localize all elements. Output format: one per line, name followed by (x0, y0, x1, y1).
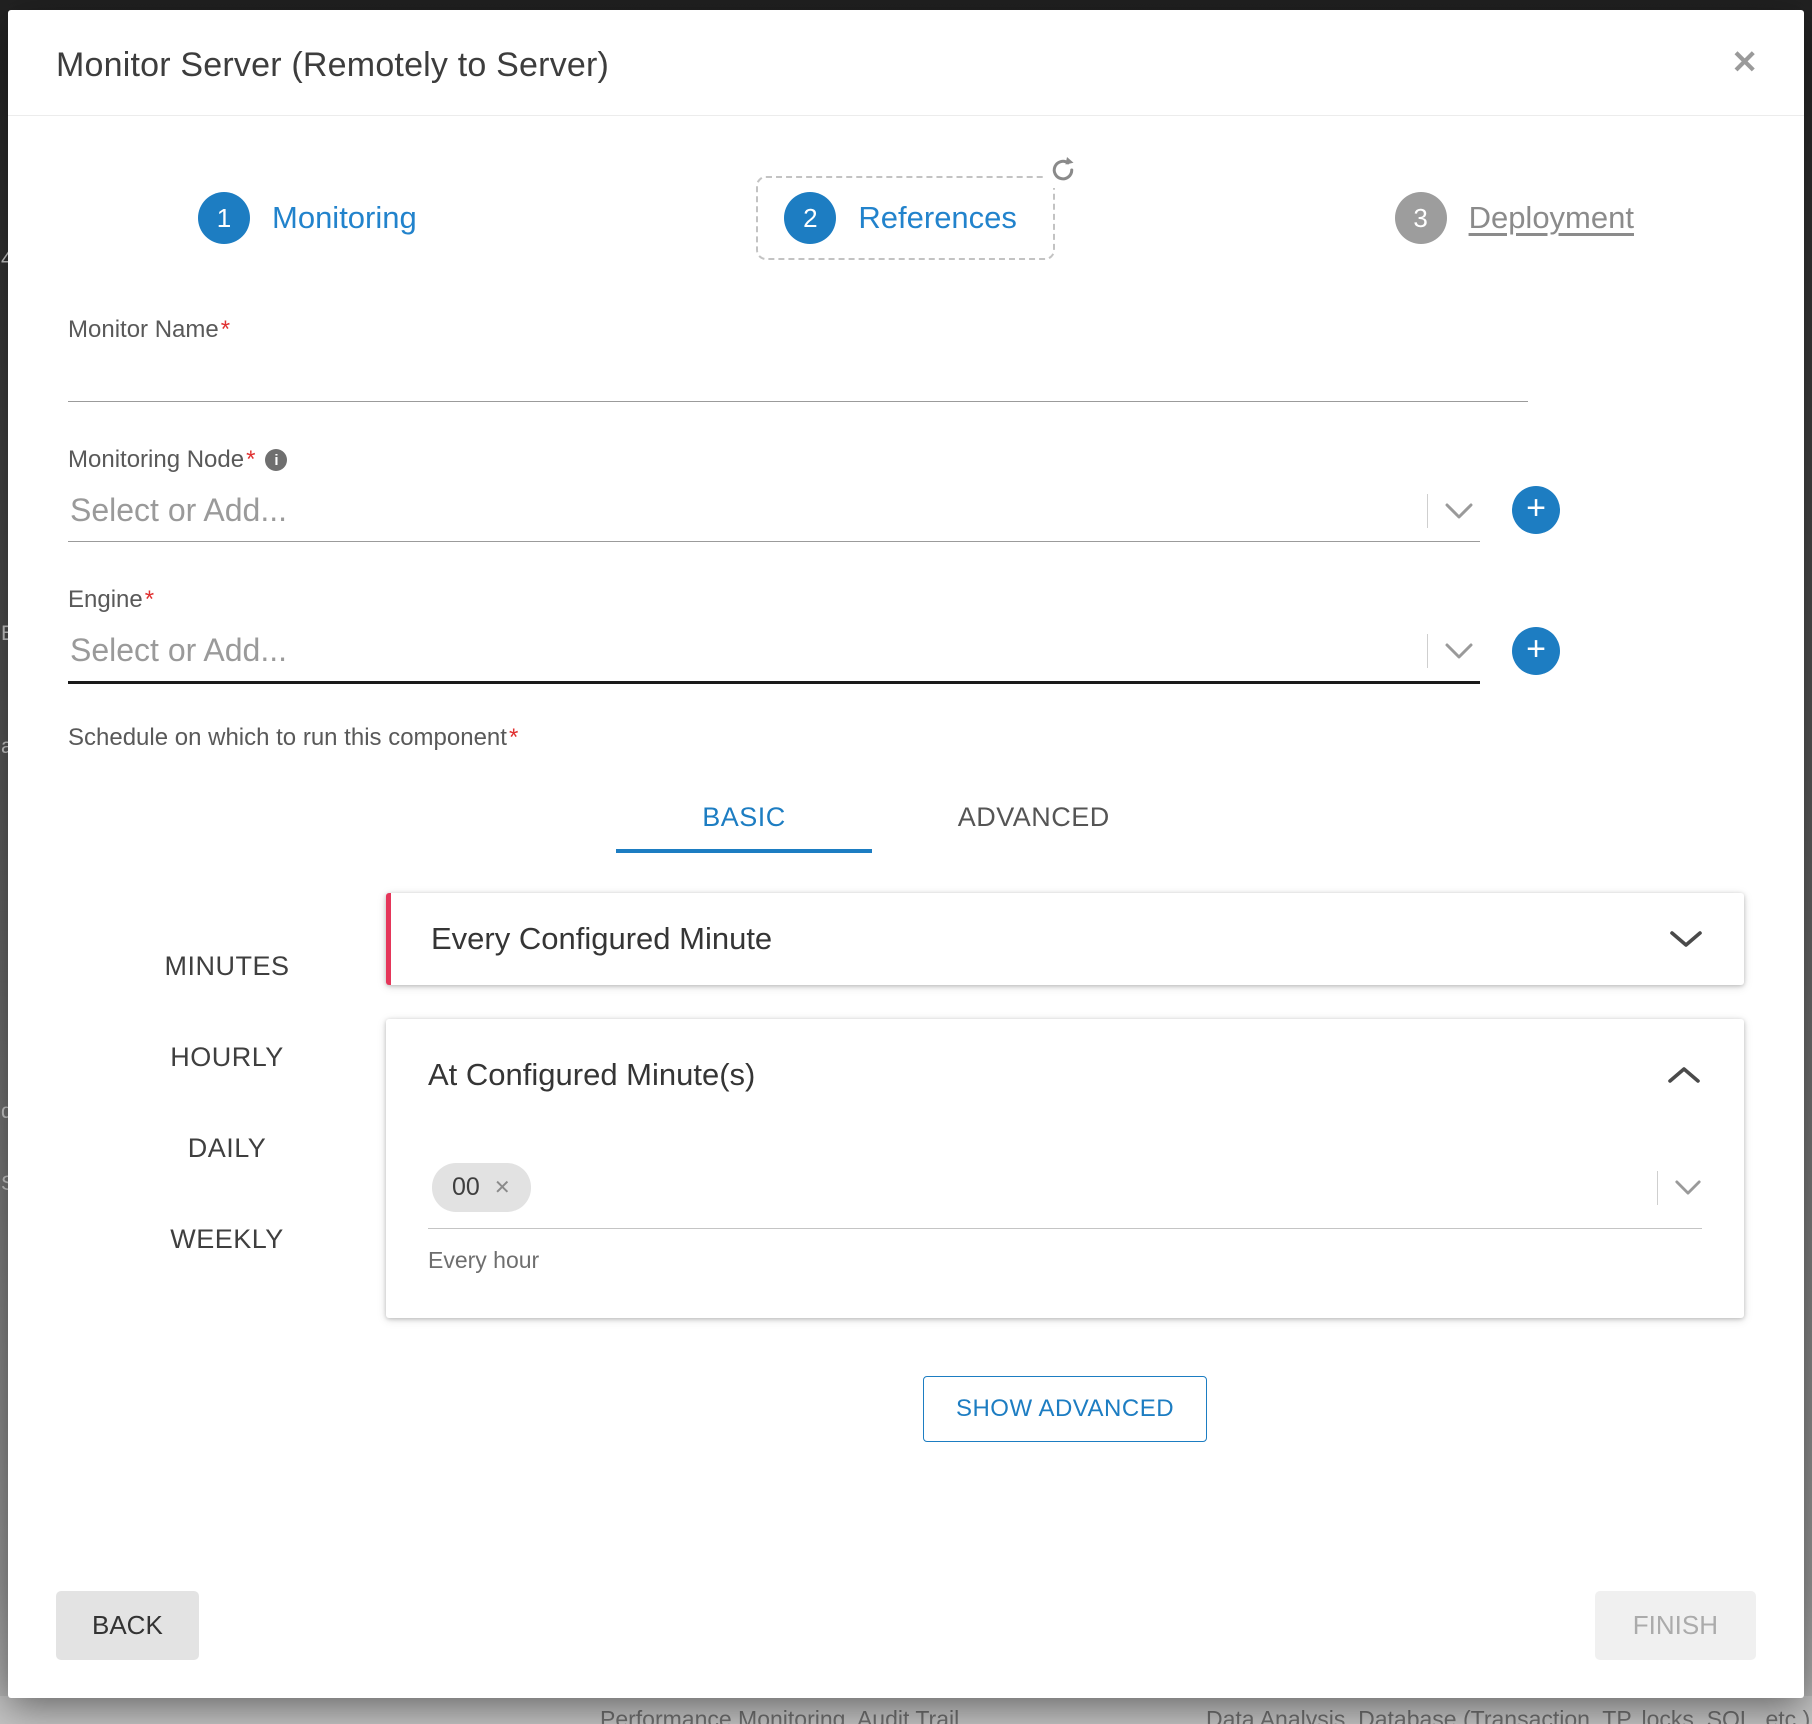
step-number-badge: 1 (198, 192, 250, 244)
field-label-text: Schedule on which to run this component (68, 724, 507, 752)
select-placeholder: Select or Add... (70, 632, 287, 669)
tab-basic[interactable]: BASIC (616, 802, 872, 853)
add-monitoring-node-button[interactable]: + (1512, 486, 1560, 534)
background-text-right: Data Analysis, Database (Transaction, TP… (1206, 1706, 1810, 1724)
every-configured-minute-card[interactable]: Every Configured Minute (386, 893, 1744, 985)
step-monitoring[interactable]: 1 Monitoring (198, 192, 417, 244)
chevron-up-icon[interactable] (1666, 1065, 1702, 1085)
required-asterisk: * (509, 724, 518, 752)
monitoring-node-label: Monitoring Node* i (68, 446, 1744, 474)
step-deployment[interactable]: 3 Deployment (1395, 192, 1634, 244)
select-placeholder: Select or Add... (70, 492, 287, 529)
monitoring-node-field: Monitoring Node* i Select or Add... + (68, 446, 1744, 542)
chevron-down-icon[interactable] (1668, 929, 1704, 949)
required-asterisk: * (221, 316, 230, 344)
select-controls (1427, 494, 1474, 528)
monitor-name-input[interactable] (68, 350, 1528, 402)
card-header[interactable]: At Configured Minute(s) (428, 1057, 1702, 1093)
frequency-item-daily[interactable]: DAILY (188, 1103, 267, 1194)
chip-value: 00 (452, 1173, 480, 1202)
chevron-down-icon[interactable] (1444, 502, 1474, 520)
back-button[interactable]: BACK (56, 1591, 199, 1660)
minute-chip: 00 ✕ (432, 1163, 531, 1212)
minutes-multiselect[interactable]: 00 ✕ (428, 1163, 1702, 1229)
field-label-text: Engine (68, 586, 143, 614)
select-controls (1657, 1171, 1702, 1205)
step-references-container: 2 References (756, 176, 1055, 260)
at-configured-minutes-card: At Configured Minute(s) 00 ✕ (386, 1019, 1744, 1318)
chevron-down-icon[interactable] (1444, 642, 1474, 660)
show-advanced-button[interactable]: SHOW ADVANCED (923, 1376, 1207, 1442)
field-label-text: Monitoring Node (68, 446, 244, 474)
close-icon[interactable]: ✕ (1731, 46, 1758, 78)
step-label: References (858, 200, 1017, 236)
chevron-down-icon[interactable] (1674, 1179, 1702, 1196)
info-icon[interactable]: i (265, 449, 287, 471)
select-controls (1427, 634, 1474, 668)
step-references[interactable]: 2 References (756, 176, 1055, 260)
frequency-item-hourly[interactable]: HOURLY (170, 1012, 284, 1103)
field-label-text: Monitor Name (68, 316, 219, 344)
required-asterisk: * (145, 586, 154, 614)
frequency-item-minutes[interactable]: MINUTES (165, 921, 290, 1012)
dialog-header: Monitor Server (Remotely to Server) ✕ (8, 10, 1804, 116)
step-number-badge: 2 (784, 192, 836, 244)
refresh-icon[interactable] (1045, 152, 1081, 188)
engine-row: Select or Add... + (68, 618, 1744, 684)
finish-button: FINISH (1595, 1591, 1756, 1660)
background-text-left: Performance Monitoring, Audit Trail, (600, 1706, 966, 1724)
schedule-section-label: Schedule on which to run this component* (68, 724, 1744, 752)
frequency-item-weekly[interactable]: WEEKLY (170, 1194, 284, 1285)
step-number-badge: 3 (1395, 192, 1447, 244)
select-divider (1427, 494, 1428, 528)
step-label: Deployment (1469, 200, 1634, 236)
frequency-list: MINUTES HOURLY DAILY WEEKLY (68, 893, 386, 1442)
engine-label: Engine* (68, 586, 1744, 614)
monitoring-form: Monitor Name* Monitoring Node* i Select … (8, 316, 1804, 1442)
add-engine-button[interactable]: + (1512, 627, 1560, 675)
tab-advanced[interactable]: ADVANCED (872, 802, 1196, 853)
engine-select[interactable]: Select or Add... (68, 618, 1480, 684)
monitor-name-field: Monitor Name* (68, 316, 1744, 402)
card-title: Every Configured Minute (431, 921, 772, 957)
schedule-body: MINUTES HOURLY DAILY WEEKLY Every Config… (68, 893, 1744, 1442)
card-title: At Configured Minute(s) (428, 1057, 755, 1093)
monitor-name-label: Monitor Name* (68, 316, 1744, 344)
step-label: Monitoring (272, 200, 417, 236)
monitoring-node-row: Select or Add... + (68, 478, 1744, 542)
background-page-strip: Performance Monitoring, Audit Trail, Dat… (0, 1696, 1812, 1724)
dialog-title: Monitor Server (Remotely to Server) (56, 46, 1756, 85)
monitor-server-dialog: Monitor Server (Remotely to Server) ✕ 1 … (8, 10, 1804, 1698)
monitoring-node-select[interactable]: Select or Add... (68, 478, 1480, 542)
schedule-tabs: BASIC ADVANCED (68, 802, 1744, 853)
engine-field: Engine* Select or Add... + (68, 586, 1744, 684)
wizard-stepper: 1 Monitoring 2 References 3 Deployment (8, 116, 1804, 260)
required-asterisk: * (246, 446, 255, 474)
minutes-helper-text: Every hour (428, 1247, 1702, 1274)
select-divider (1427, 634, 1428, 668)
select-divider (1657, 1171, 1658, 1205)
schedule-panel: Every Configured Minute At Configured Mi… (386, 893, 1744, 1442)
chip-remove-icon[interactable]: ✕ (494, 1175, 511, 1200)
